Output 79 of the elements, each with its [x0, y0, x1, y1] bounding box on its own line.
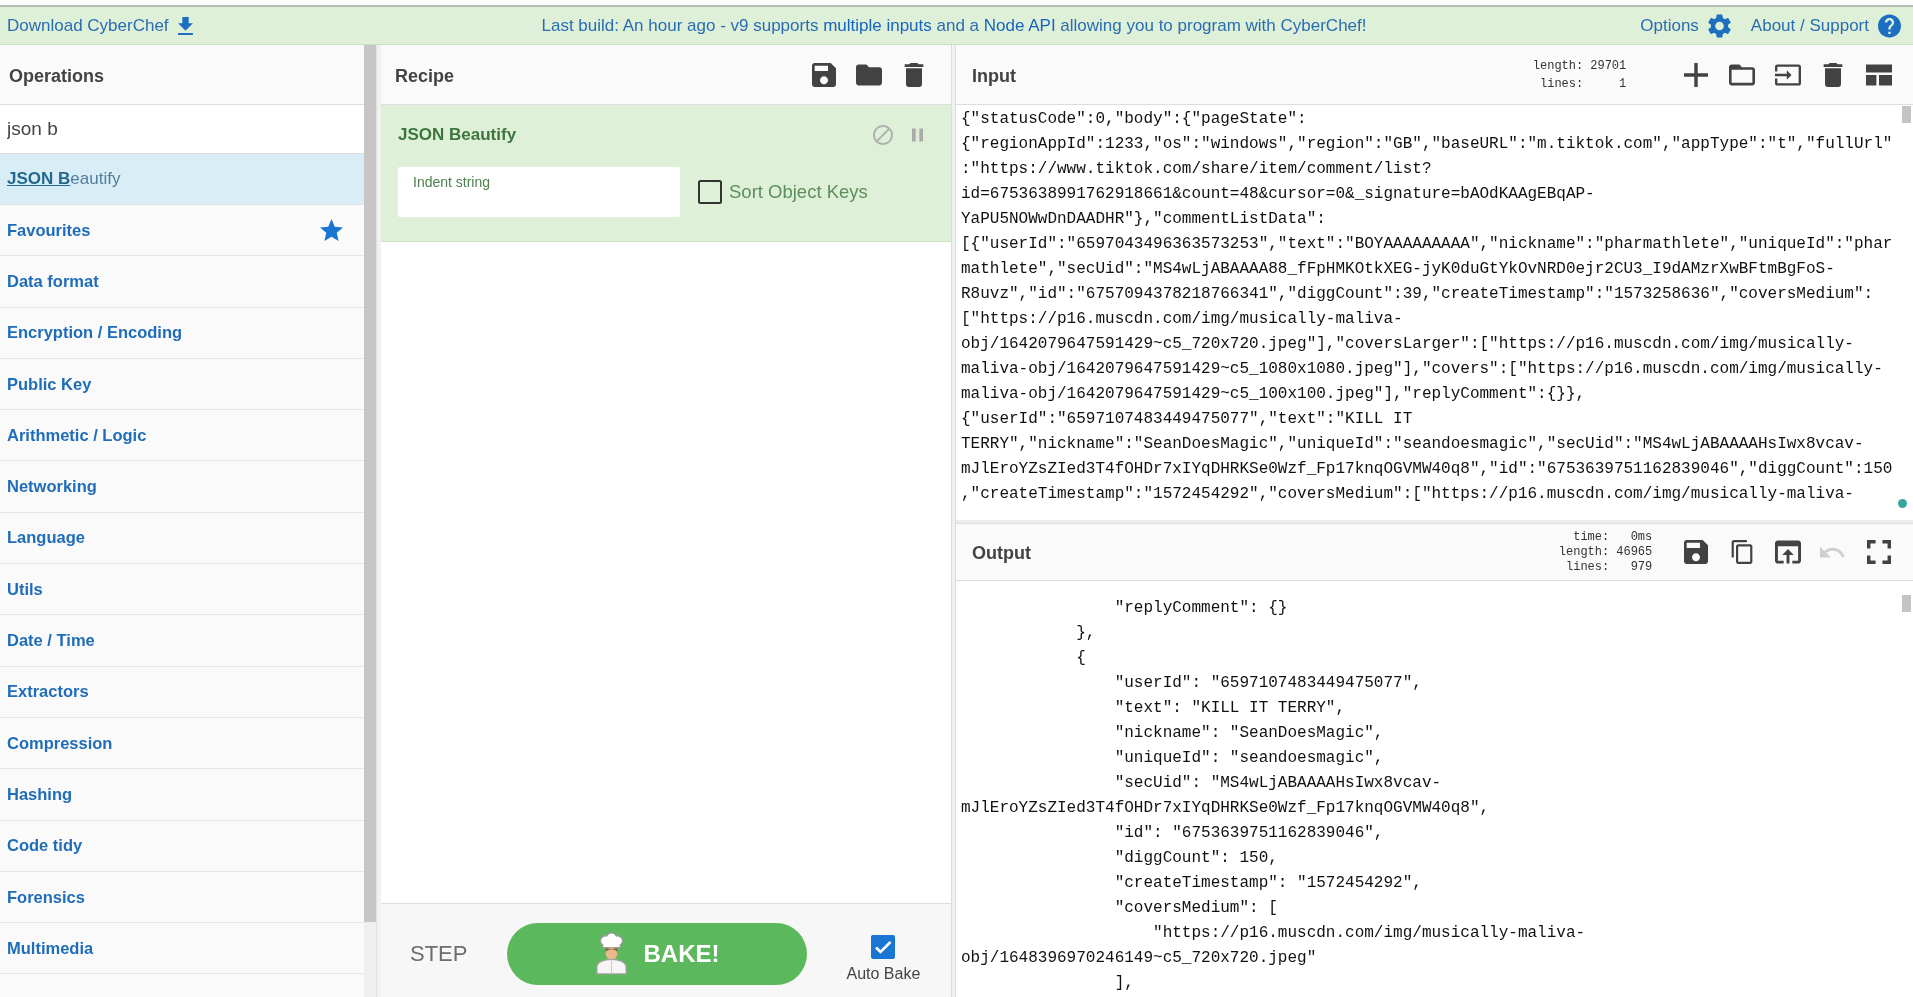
code-line: mJlEroYZsZIed3T4fOHDr7xIYqDHRKSe0Wzf_Fp17knqOGVMW40q8","id":"6753639751162839046","diggCount":150 [961, 459, 1893, 480]
save-icon[interactable] [1683, 540, 1710, 564]
stat-label: time: [1572, 529, 1610, 545]
folder-icon[interactable] [1728, 62, 1755, 87]
code-line: ,"createTimestamp":"1572454292","coversMedium":["https://p16.muscdn.com/img/musically-maliva- [961, 484, 1854, 505]
settings-icon [1707, 13, 1731, 38]
checkbox-label[interactable]: Auto Bake [846, 964, 921, 983]
stat-label: length: [1532, 57, 1584, 75]
code-line: { [1075, 648, 1086, 669]
code-line: ], [1113, 973, 1134, 994]
code-line: YaPU5NOWwDnDAADHR"},"commentListData": [961, 209, 1326, 230]
code-line: ["https://p16.muscdn.com/img/musically-maliva- [961, 309, 1403, 330]
code-line: maliva-obj/1642079647591429~c5_100x100.jpeg"],"replyComment":{}}, [961, 384, 1586, 405]
stat-value: 979 [1629, 559, 1653, 575]
code-line: "id": "6753639751162839046", [1113, 823, 1384, 844]
code-line: {"statusCode":0,"body":{"pageState": [961, 109, 1307, 130]
scrollbar-thumb[interactable] [1902, 595, 1911, 612]
options-link[interactable]: Options [1640, 13, 1731, 38]
code-line: "text": "KILL IT TERRY", [1113, 698, 1346, 719]
input-title: Input [972, 65, 1016, 87]
output-title: Output [972, 543, 1031, 564]
stat-value: 1 [1618, 75, 1627, 93]
code-line: maliva-obj/1642079647591429~c5_1080x1080.jpeg"],"covers":["https://p16.muscdn.com/img/musically- [961, 359, 1883, 380]
layout-icon[interactable] [1866, 62, 1892, 87]
star-icon [320, 219, 343, 242]
download-link[interactable]: Download CyberChef [7, 15, 193, 36]
code-line: mathlete","secUid":"MS4wLjABAAAA88_fFpHMKOtkXEG-jyK0duGtYkOvNRD0ejr2CU3_I9dAMzrXwBFtmBgFoS- [961, 259, 1835, 280]
chef-icon [595, 932, 629, 975]
step-button[interactable]: STEP [410, 940, 468, 967]
upload-icon[interactable] [1774, 540, 1801, 564]
scrollbar-thumb[interactable] [364, 45, 376, 922]
notice-link[interactable]: Node API [983, 15, 1056, 35]
import-icon[interactable] [1774, 62, 1801, 87]
operation-title: JSON Beautify [398, 125, 517, 145]
code-line: {"userId":"6597107483449475077","text":"KILL IT [961, 409, 1413, 430]
code-line: [{"userId":"6597043496363573253","text":"BOYAAAAAAAAA","nickname":"pharmathlete","uniqueId":"phar [961, 234, 1893, 255]
checkbox-label[interactable]: Sort Object Keys [729, 181, 868, 203]
code-line: "userId": "6597107483449475077", [1113, 673, 1422, 694]
recipe-title: Recipe [395, 66, 455, 87]
code-line: {"regionAppId":1233,"os":"windows","region":"GB","baseURL":"m.tiktok.com","appType":"t","fullUrl" [961, 134, 1893, 155]
indent-string-field[interactable]: Indent string [398, 167, 680, 217]
stat-label: lines: [1539, 75, 1584, 93]
help-icon [1878, 13, 1901, 38]
code-line: "https://p16.muscdn.com/img/musically-maliva- [1152, 923, 1586, 944]
dot-icon [1898, 499, 1907, 508]
checkbox[interactable] [698, 180, 722, 204]
search-field[interactable]: json b [0, 105, 364, 154]
code-line: TERRY","nickname":"SeanDoesMagic","uniqueId":"seandoesmagic","secUid":"MS4wLjABAAAAHsIwx8vcav- [961, 434, 1864, 455]
stat-value: 0ms [1629, 529, 1653, 545]
stat-value: 46965 [1616, 544, 1653, 560]
scrollbar-thumb[interactable] [1902, 106, 1911, 123]
save-icon[interactable] [811, 62, 837, 87]
code-line: "uniqueId": "seandoesmagic", [1113, 748, 1384, 769]
code-line: mJlEroYZsZIed3T4fOHDr7xIYqDHRKSe0Wzf_Fp17knqOGVMW40q8", [961, 798, 1490, 819]
code-line: obj/1648396970246149~c5_720x720.jpeg" [961, 948, 1317, 969]
support-link[interactable]: About / Support [1750, 13, 1901, 38]
build-notice: Last build: An hour ago - v9 supports multiple inputs and a Node API allowing you to program with CyberChef! [541, 15, 1367, 36]
code-line: "coversMedium": [ [1113, 898, 1278, 919]
folder-icon[interactable] [856, 62, 882, 87]
checkbox[interactable] [871, 934, 896, 959]
code-line: "replyComment": {} [1113, 598, 1288, 619]
stat-label: lines: [1565, 559, 1610, 575]
code-line: }, [1075, 623, 1096, 644]
operations-title: Operations [9, 66, 105, 87]
code-line: id=6753638991762918661&count=48&cursor=0&_signature=bAOdKAAgEBqAP- [961, 184, 1595, 205]
fullscreen-icon[interactable] [1866, 540, 1892, 564]
code-line: :"https://www.tiktok.com/share/item/comment/list? [961, 159, 1432, 180]
code-line: "nickname": "SeanDoesMagic", [1113, 723, 1384, 744]
code-line: "diggCount": 150, [1113, 848, 1278, 869]
notice-link[interactable]: multiple inputs [823, 15, 932, 35]
code-line: "createTimestamp": "1572454292", [1113, 873, 1422, 894]
stat-label: length: [1558, 544, 1610, 560]
code-line: R8uvz","id":"6757094378218766341","diggCount":39,"createTimestamp":"1573258636","coversMedium": [961, 284, 1874, 305]
plus-icon[interactable] [1683, 62, 1710, 87]
code-line: obj/1642079647591429~c5_720x720.jpeg"],"coversLarger":["https://p16.muscdn.com/img/musically- [961, 334, 1854, 355]
download-icon [177, 16, 193, 35]
code-line: "secUid": "MS4wLjABAAAAHsIwx8vcav- [1113, 773, 1442, 794]
stat-value: 29701 [1590, 57, 1627, 75]
operation-result[interactable]: JSON Beautify [0, 154, 364, 205]
